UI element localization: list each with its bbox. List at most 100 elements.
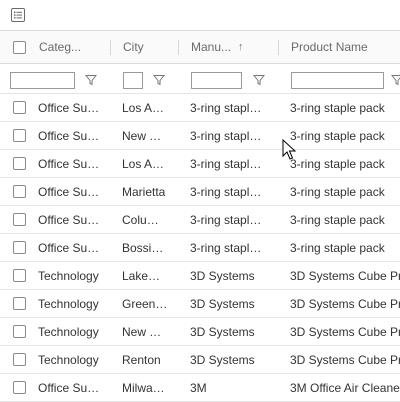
- manufacturer-filter-input[interactable]: [191, 72, 242, 89]
- table-row[interactable]: Technology Renton 3D Systems 3D Systems Cub…: [0, 346, 400, 374]
- cell-manufacturer[interactable]: 3-ring staple pack: [190, 178, 290, 205]
- table-row[interactable]: Technology Greenville 3D Systems 3D Systems…: [0, 290, 400, 318]
- filter-icon[interactable]: [85, 74, 97, 86]
- row-select-cell: [0, 206, 38, 233]
- select-all-checkbox[interactable]: [12, 40, 26, 54]
- row-checkbox[interactable]: [12, 269, 26, 282]
- cell-category[interactable]: Office Supplies: [38, 206, 122, 233]
- cell-city[interactable]: New York City: [122, 318, 190, 345]
- column-header-product-name[interactable]: Product Name: [290, 31, 400, 63]
- cell-product-name[interactable]: 3-ring staple pack: [290, 178, 400, 205]
- cell-category[interactable]: Office Supplies: [38, 150, 122, 177]
- filter-icon[interactable]: [153, 74, 165, 86]
- cell-category[interactable]: Technology: [38, 262, 122, 289]
- row-checkbox[interactable]: [12, 353, 26, 366]
- city-filter-input[interactable]: [123, 72, 143, 89]
- list-menu-icon: [11, 8, 25, 22]
- row-checkbox[interactable]: [12, 213, 26, 226]
- cell-city[interactable]: Columbus: [122, 206, 190, 233]
- cell-product-name[interactable]: 3-ring staple pack: [290, 206, 400, 233]
- cell-category[interactable]: Office Supplies: [38, 234, 122, 261]
- column-divider[interactable]: [178, 40, 179, 55]
- cell-product-name[interactable]: 3-ring staple pack: [290, 150, 400, 177]
- cell-manufacturer[interactable]: 3D Systems: [190, 262, 290, 289]
- mouse-cursor-icon: [282, 139, 296, 160]
- cell-text: Milwaukee: [122, 380, 168, 395]
- cell-product-name[interactable]: 3-ring staple pack: [290, 234, 400, 261]
- cell-product-name[interactable]: 3M Office Air Cleaner: [290, 374, 400, 401]
- table-row[interactable]: Office Supplies Los Angeles 3-ring staple …: [0, 150, 400, 178]
- table-row[interactable]: Office Supplies Milwaukee 3M 3M Office Air …: [0, 374, 400, 402]
- row-checkbox[interactable]: [12, 325, 26, 338]
- table-row[interactable]: Technology Lakewood 3D Systems 3D Systems C…: [0, 262, 400, 290]
- column-header-manufacturer[interactable]: Manu... ↑: [190, 31, 291, 63]
- cell-manufacturer[interactable]: 3-ring staple pack: [190, 206, 290, 233]
- cell-product-name[interactable]: 3-ring staple pack: [290, 122, 400, 149]
- table-row[interactable]: Office Supplies New York City 3-ring stapl…: [0, 122, 400, 150]
- cell-city[interactable]: Los Angeles: [122, 150, 190, 177]
- cell-text: 3D Systems Cube Printer: [290, 268, 400, 283]
- row-checkbox[interactable]: [12, 129, 26, 142]
- cell-manufacturer[interactable]: 3D Systems: [190, 346, 290, 373]
- cell-product-name[interactable]: 3D Systems Cube Printer: [290, 290, 400, 317]
- row-checkbox[interactable]: [12, 381, 26, 394]
- cell-city[interactable]: Marietta: [122, 178, 190, 205]
- cell-city[interactable]: Greenville: [122, 290, 190, 317]
- column-header-city[interactable]: City: [122, 31, 191, 63]
- cell-city[interactable]: Renton: [122, 346, 190, 373]
- cell-category[interactable]: Technology: [38, 318, 122, 345]
- cell-text: 3D Systems Cube Printer: [290, 352, 400, 367]
- column-chooser-button[interactable]: [11, 8, 25, 22]
- cell-manufacturer[interactable]: 3D Systems: [190, 290, 290, 317]
- row-checkbox[interactable]: [12, 297, 26, 310]
- cell-manufacturer[interactable]: 3-ring staple pack: [190, 94, 290, 121]
- cell-manufacturer[interactable]: 3-ring staple pack: [190, 150, 290, 177]
- cell-text: Marietta: [122, 184, 166, 199]
- cell-product-name[interactable]: 3D Systems Cube Printer: [290, 346, 400, 373]
- cell-category[interactable]: Office Supplies: [38, 94, 122, 121]
- cell-manufacturer[interactable]: 3D Systems: [190, 318, 290, 345]
- sort-ascending-icon: ↑: [238, 41, 244, 53]
- cell-product-name[interactable]: 3D Systems Cube Printer: [290, 262, 400, 289]
- table-row[interactable]: Office Supplies Bossier City 3-ring staple…: [0, 234, 400, 262]
- cell-text: Technology: [38, 352, 99, 367]
- table-row[interactable]: Office Supplies Columbus 3-ring staple pac…: [0, 206, 400, 234]
- cell-category[interactable]: Technology: [38, 346, 122, 373]
- cell-city[interactable]: Los Angeles: [122, 94, 190, 121]
- cell-city[interactable]: Milwaukee: [122, 374, 190, 401]
- cell-city[interactable]: Lakewood: [122, 262, 190, 289]
- cell-category[interactable]: Office Supplies: [38, 374, 122, 401]
- cell-text: Technology: [38, 296, 99, 311]
- row-checkbox[interactable]: [12, 241, 26, 254]
- filter-icon[interactable]: [391, 74, 400, 86]
- row-checkbox[interactable]: [12, 101, 26, 114]
- cell-product-name[interactable]: 3-ring staple pack: [290, 94, 400, 121]
- row-checkbox[interactable]: [12, 185, 26, 198]
- cell-product-name[interactable]: 3D Systems Cube Printer: [290, 318, 400, 345]
- table-row[interactable]: Technology New York City 3D Systems 3D Syst…: [0, 318, 400, 346]
- cell-manufacturer[interactable]: 3-ring staple pack: [190, 122, 290, 149]
- filter-icon[interactable]: [253, 74, 265, 86]
- cell-category[interactable]: Office Supplies: [38, 122, 122, 149]
- column-divider[interactable]: [110, 40, 111, 55]
- row-checkbox[interactable]: [12, 157, 26, 170]
- product-name-filter-input[interactable]: [291, 72, 384, 89]
- cell-category[interactable]: Technology: [38, 290, 122, 317]
- category-filter-input[interactable]: [10, 72, 75, 89]
- table-row[interactable]: Office Supplies Marietta 3-ring staple pac…: [0, 178, 400, 206]
- cell-text: New York City: [122, 324, 168, 339]
- column-divider[interactable]: [278, 40, 279, 55]
- select-all-cell: [0, 31, 38, 63]
- cell-text: 3D Systems: [190, 296, 255, 311]
- cell-manufacturer[interactable]: 3M: [190, 374, 290, 401]
- cell-category[interactable]: Office Supplies: [38, 178, 122, 205]
- cell-text: Technology: [38, 324, 99, 339]
- cell-text: Columbus: [122, 212, 168, 227]
- cell-city[interactable]: New York City: [122, 122, 190, 149]
- cell-text: Office Supplies: [38, 212, 100, 227]
- cell-text: 3D Systems Cube Printer: [290, 296, 400, 311]
- cell-manufacturer[interactable]: 3-ring staple pack: [190, 234, 290, 261]
- table-row[interactable]: Office Supplies Los Angeles 3-ring staple …: [0, 94, 400, 122]
- cell-city[interactable]: Bossier City: [122, 234, 190, 261]
- cell-text: 3M Office Air Cleaner: [290, 380, 400, 395]
